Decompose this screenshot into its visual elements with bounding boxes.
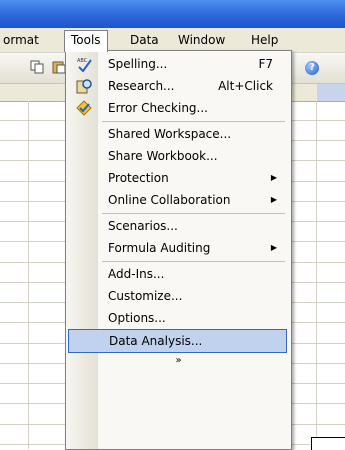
- menu-item-label: Share Workbook...: [108, 149, 218, 163]
- expand-menu-chevron-icon[interactable]: »: [66, 355, 291, 366]
- menu-item-research[interactable]: Research... Alt+Click: [68, 75, 287, 97]
- submenu-arrow-icon: ▶: [270, 243, 277, 252]
- cell-selection-box: [311, 437, 345, 450]
- menu-item-shared-workspace[interactable]: Shared Workspace...: [68, 123, 287, 145]
- grid-line: [28, 101, 29, 449]
- menu-item-formula-auditing[interactable]: Formula Auditing ▶: [68, 237, 287, 259]
- menu-item-share-workbook[interactable]: Share Workbook...: [68, 145, 287, 167]
- menu-tools[interactable]: Tools: [64, 30, 108, 52]
- menu-item-label: Data Analysis...: [109, 334, 203, 348]
- menu-item-scenarios[interactable]: Scenarios...: [68, 215, 287, 237]
- grid-line: [316, 101, 317, 449]
- menu-item-label: Add-Ins...: [108, 267, 165, 281]
- shortcut-label: F7: [258, 57, 273, 71]
- menu-item-label: Customize...: [108, 289, 183, 303]
- tools-menu-dropdown: ABC Spelling... F7 Research... Alt+Click…: [65, 50, 292, 450]
- spelling-icon: ABC: [77, 58, 92, 72]
- menu-item-label: Spelling...: [108, 57, 168, 71]
- paste-icon[interactable]: [52, 60, 66, 74]
- menu-item-label: Formula Auditing: [108, 241, 211, 255]
- menu-item-label: Online Collaboration: [108, 193, 231, 207]
- menu-data[interactable]: Data: [124, 31, 165, 49]
- menu-separator: [102, 213, 285, 214]
- menu-item-label: Options...: [108, 311, 166, 325]
- copy-icon[interactable]: [30, 60, 44, 74]
- shortcut-label: Alt+Click: [218, 79, 273, 93]
- menu-separator: [102, 261, 285, 262]
- menu-item-customize[interactable]: Customize...: [68, 285, 287, 307]
- selected-column-header[interactable]: [317, 84, 345, 101]
- menu-help[interactable]: Help: [245, 31, 284, 49]
- menu-item-label: Protection: [108, 171, 169, 185]
- submenu-arrow-icon: ▶: [270, 173, 277, 182]
- error-checking-icon: [76, 100, 92, 116]
- submenu-arrow-icon: ▶: [270, 195, 277, 204]
- menu-item-error-checking[interactable]: Error Checking...: [68, 97, 287, 119]
- svg-text:ABC: ABC: [77, 58, 88, 64]
- menu-item-options[interactable]: Options...: [68, 307, 287, 329]
- menu-item-protection[interactable]: Protection ▶: [68, 167, 287, 189]
- menu-item-label: Error Checking...: [108, 101, 208, 115]
- menu-item-data-analysis[interactable]: Data Analysis...: [68, 329, 287, 353]
- menu-item-spelling[interactable]: ABC Spelling... F7: [68, 53, 287, 75]
- menu-item-label: Shared Workspace...: [108, 127, 232, 141]
- menu-item-online-collaboration[interactable]: Online Collaboration ▶: [68, 189, 287, 211]
- menu-item-label: Scenarios...: [108, 219, 178, 233]
- menu-format[interactable]: ormat: [0, 31, 45, 49]
- research-icon: [76, 79, 92, 94]
- menu-window[interactable]: Window: [172, 31, 231, 49]
- menu-separator: [102, 121, 285, 122]
- menu-item-add-ins[interactable]: Add-Ins...: [68, 263, 287, 285]
- help-icon[interactable]: ?: [305, 61, 319, 75]
- menu-item-label: Research...: [108, 79, 175, 93]
- title-bar: [0, 0, 345, 28]
